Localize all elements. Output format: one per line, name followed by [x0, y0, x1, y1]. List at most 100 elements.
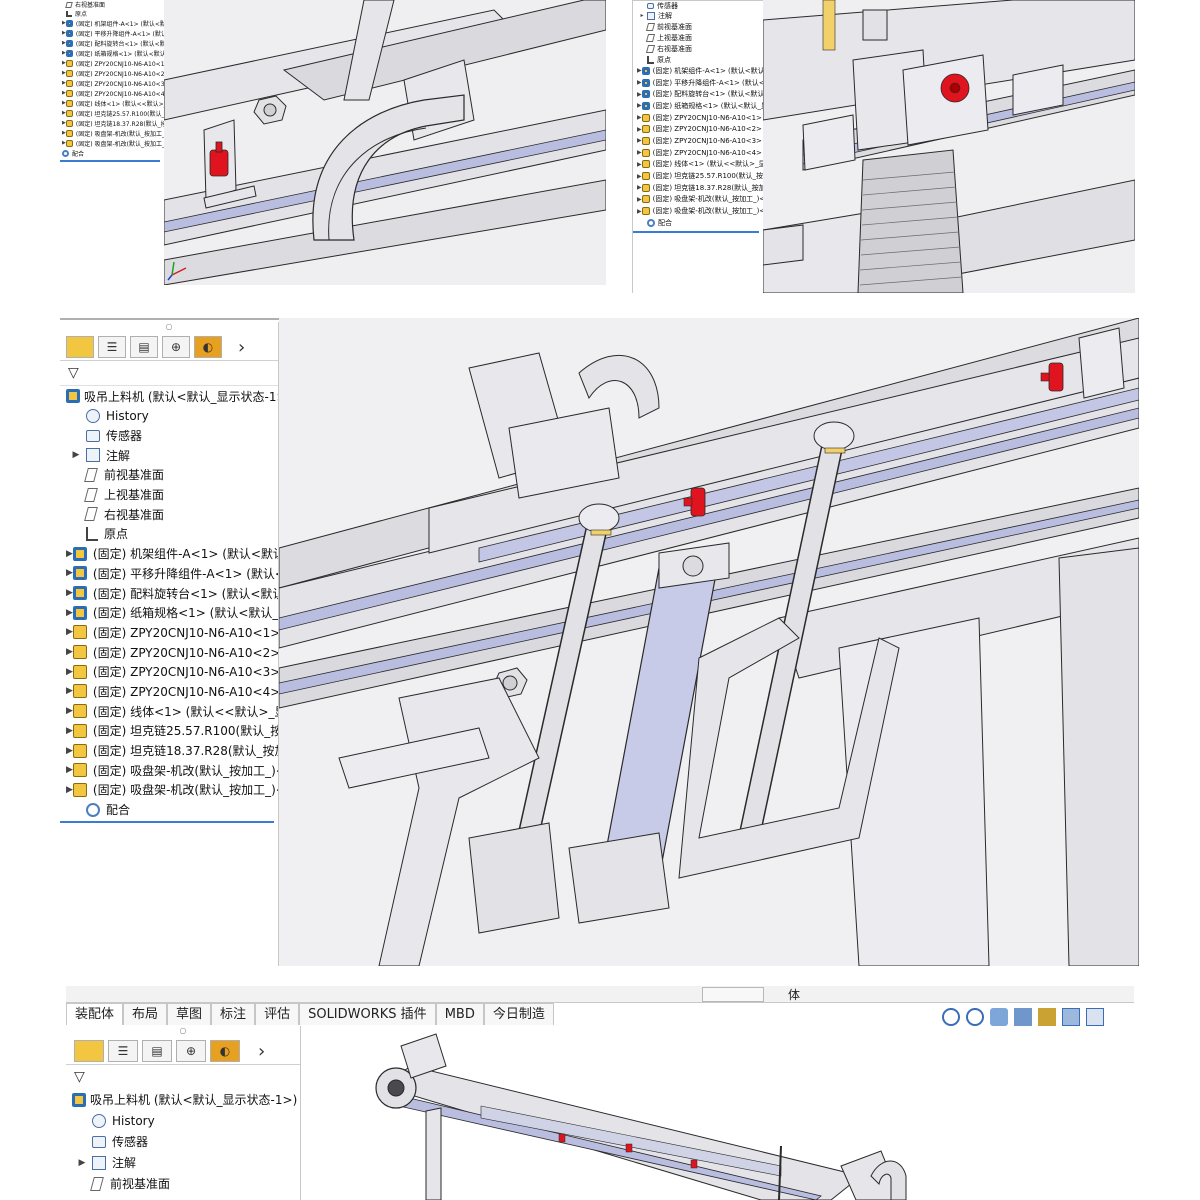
tree-item-component[interactable]: ▶ (固定) 坦克链18.37.R28(默认_按加工 [60, 741, 278, 761]
tree-item-component[interactable]: ▶ (固定) 纸箱规格<1> (默认<默认_显 [633, 100, 763, 112]
cad-viewport-1[interactable] [164, 0, 606, 285]
view-orientation-icon[interactable] [1062, 1008, 1080, 1026]
feature-manager-tab-icon[interactable] [66, 336, 94, 358]
expand-arrow-icon[interactable]: ▶ [72, 1158, 92, 1168]
expand-arrow-icon[interactable]: ▶ [637, 149, 642, 156]
tree-item-right-plane[interactable]: 右视基准面 [60, 504, 278, 524]
filter-row[interactable]: ▽ [66, 1065, 300, 1089]
expand-arrow-icon[interactable]: ▶ [66, 765, 73, 775]
expand-arrow-icon[interactable]: ▶ [637, 91, 642, 98]
expand-arrow-icon[interactable]: ▶ [66, 450, 86, 460]
tree-item-origin[interactable]: 原点 [60, 9, 164, 18]
filter-icon[interactable]: ▽ [74, 1069, 85, 1085]
cad-viewport-3[interactable] [279, 318, 1139, 966]
filter-row[interactable]: ▽ [60, 361, 278, 386]
command-tab[interactable]: 评估 [255, 1003, 300, 1025]
tree-item-component[interactable]: ▶ (固定) 平移升降组件-A<1> (默认<默 [633, 77, 763, 89]
tree-item-component[interactable]: ▶ (固定) 纸箱规格<1> (默认<默认_显 [60, 603, 278, 623]
expand-arrow-icon[interactable]: ▶ [637, 126, 642, 133]
cad-viewport-2[interactable] [763, 0, 1135, 293]
tree-item-origin[interactable]: 原点 [633, 54, 763, 65]
expand-arrow-icon[interactable]: ▶ [66, 647, 73, 657]
previous-view-icon[interactable] [990, 1008, 1008, 1026]
tree-item-sensors[interactable]: 传感器 [60, 426, 278, 446]
command-tab[interactable]: 草图 [167, 1003, 212, 1025]
expand-arrow-icon[interactable]: ▶ [637, 173, 642, 180]
dimxpert-tab-icon[interactable]: ⊕ [176, 1040, 206, 1062]
tree-item-component[interactable]: ▶ (固定) 吸盘架-机改(默认_按加工_)< [633, 194, 763, 206]
tree-item-sensors[interactable]: 传感器 [633, 1, 763, 10]
expand-arrow-icon[interactable]: ▶ [637, 102, 642, 109]
tree-item-component[interactable]: ▶ (固定) ZPY20CNJ10-N6-A10<4> ( [60, 88, 164, 98]
display-style-icon[interactable] [1086, 1008, 1104, 1026]
tree-item-front-plane[interactable]: 前视基准面 [66, 1173, 300, 1194]
tree-item-component[interactable]: ▶ (固定) 吸盘架-机改(默认_按加工_)< [60, 760, 278, 780]
tree-item-component[interactable]: ▶ (固定) 坦克链18.37.R28(默认_按加 [60, 118, 164, 128]
tree-item-component[interactable]: ▶ (固定) 平移升降组件-A<1> (默认<默 [60, 564, 278, 584]
tree-item-component[interactable]: ▶(固定) 坦克链25.57.R100(默认_按加 [633, 170, 763, 182]
tree-item-right-plane[interactable]: 右视基准面 [60, 0, 164, 9]
expand-arrow-icon[interactable]: ▶ [66, 549, 73, 559]
expand-arrow-icon[interactable]: ▶ [66, 568, 73, 578]
expand-arrow-icon[interactable]: ▶ [66, 746, 73, 756]
tree-item-front-plane[interactable]: 前视基准面 [633, 21, 763, 32]
command-tab[interactable]: SOLIDWORKS 插件 [299, 1003, 436, 1025]
tree-item-component[interactable]: ▶ (固定) 平移升降组件-A<1> (默认< [60, 28, 164, 38]
tree-item-top-plane[interactable]: 上视基准面 [60, 485, 278, 505]
expand-arrow-icon[interactable]: ▶ [637, 137, 642, 144]
expand-arrow-icon[interactable]: ▶ [637, 184, 642, 191]
property-manager-tab-icon[interactable]: ☰ [108, 1040, 138, 1062]
tree-item-component[interactable]: ▶ (固定) 纸箱规格<1> (默认<默认_显 [60, 48, 164, 58]
expand-arrow-icon[interactable]: ▶ [66, 726, 73, 736]
expand-arrow-icon[interactable]: ▶ [66, 667, 73, 677]
command-tab[interactable]: 今日制造 [483, 1003, 554, 1025]
command-tab[interactable]: MBD [435, 1003, 484, 1025]
tree-item-component[interactable]: ▶ (固定) ZPY20CNJ10-N6-A10<2> ( [633, 123, 763, 135]
tree-item-component[interactable]: ▶ (固定) ZPY20CNJ10-N6-A10<3> ( [60, 78, 164, 88]
tree-root[interactable]: 吸吊上料机 (默认<默认_显示状态-1>) [60, 386, 278, 406]
display-manager-tab-icon[interactable]: ◐ [194, 336, 222, 358]
tree-item-component[interactable]: ▶ (固定) ZPY20CNJ10-N6-A10<2> ( [60, 642, 278, 662]
zoom-to-area-icon[interactable] [966, 1008, 984, 1026]
tree-item-annotations[interactable]: ▸ 注解 [633, 10, 763, 21]
tree-item-right-plane[interactable]: 右视基准面 [633, 43, 763, 54]
tree-item-annotations[interactable]: ▶ 注解 [66, 1152, 300, 1173]
display-manager-tab-icon[interactable]: ◐ [210, 1040, 240, 1062]
expand-arrow-icon[interactable]: ▶ [66, 627, 73, 637]
tree-item-component[interactable]: ▶ (固定) 机架组件-A<1> (默认<默认 [60, 18, 164, 28]
tree-item-component[interactable]: ▶ (固定) 线体<1> (默认<<默认>_显 [60, 98, 164, 108]
expand-arrow-icon[interactable]: ▶ [637, 79, 642, 86]
tree-item-component[interactable]: ▶ (固定) 线体<1> (默认<<默认>_显示 [60, 701, 278, 721]
tree-item-component[interactable]: ▶ (固定) ZPY20CNJ10-N6-A10<3> ( [633, 135, 763, 147]
dynamic-annotation-icon[interactable] [1038, 1008, 1056, 1026]
command-tab[interactable]: 布局 [123, 1003, 168, 1025]
tree-item-component[interactable]: ▶ (固定) 机架组件-A<1> (默认<默认_ [60, 544, 278, 564]
tree-item-component[interactable]: ▶(固定) 坦克链25.57.R100(默认_按加 [60, 721, 278, 741]
tree-item-mates[interactable]: 配合 [633, 217, 763, 229]
tree-item-component[interactable]: ▶ (固定) ZPY20CNJ10-N6-A10<1> ( [633, 112, 763, 124]
tree-root[interactable]: 吸吊上料机 (默认<默认_显示状态-1>) [66, 1089, 300, 1110]
tree-item-history[interactable]: History [60, 406, 278, 426]
tree-item-component[interactable]: ▶ (固定) ZPY20CNJ10-N6-A10<1> ( [60, 623, 278, 643]
expand-arrow-icon[interactable]: ▶ [637, 161, 642, 168]
expand-arrow-icon[interactable]: ▶ [637, 114, 642, 121]
tree-item-mates[interactable]: 配合 [60, 800, 278, 820]
tree-item-component[interactable]: ▶(固定) 坦克链25.57.R100(默认_按加 [60, 108, 164, 118]
tree-item-component[interactable]: ▶ (固定) 配料旋转台<1> (默认<默认_ [633, 88, 763, 100]
tree-item-component[interactable]: ▶ (固定) 机架组件-A<1> (默认<默认_ [633, 65, 763, 77]
tree-item-mates[interactable]: 配合 [60, 148, 164, 158]
zoom-to-fit-icon[interactable] [942, 1008, 960, 1026]
panel-grip[interactable]: ○ [60, 322, 278, 334]
expand-arrow-icon[interactable]: ▶ [637, 208, 642, 215]
tree-item-origin[interactable]: 原点 [60, 524, 278, 544]
feature-manager-tab-icon[interactable] [74, 1040, 104, 1062]
tree-item-component[interactable]: ▶ (固定) 配料旋转台<1> (默认<默认_ [60, 583, 278, 603]
tree-item-sensors[interactable]: 传感器 [66, 1131, 300, 1152]
chevron-right-icon[interactable]: › [238, 337, 245, 358]
expand-arrow-icon[interactable]: ▶ [66, 608, 73, 618]
cad-viewport-4[interactable] [301, 1026, 1134, 1200]
command-tab[interactable]: 装配体 [66, 1003, 124, 1025]
expand-arrow-icon[interactable]: ▶ [66, 588, 73, 598]
expand-arrow-icon[interactable]: ▶ [66, 785, 73, 795]
panel-grip[interactable]: ○ [66, 1026, 300, 1038]
